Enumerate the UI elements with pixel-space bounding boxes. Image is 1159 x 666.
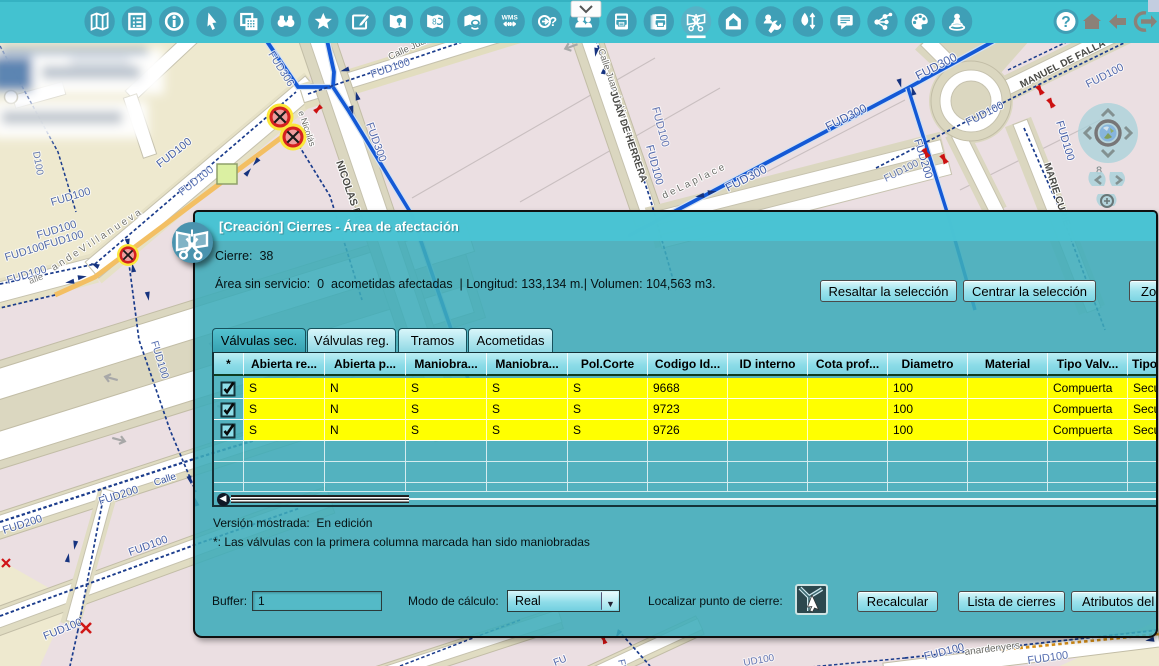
svg-text:WMS: WMS: [502, 14, 519, 21]
svg-text:?: ?: [549, 14, 557, 29]
svg-text:8: 8: [432, 18, 437, 27]
svg-text:?: ?: [1061, 14, 1070, 31]
